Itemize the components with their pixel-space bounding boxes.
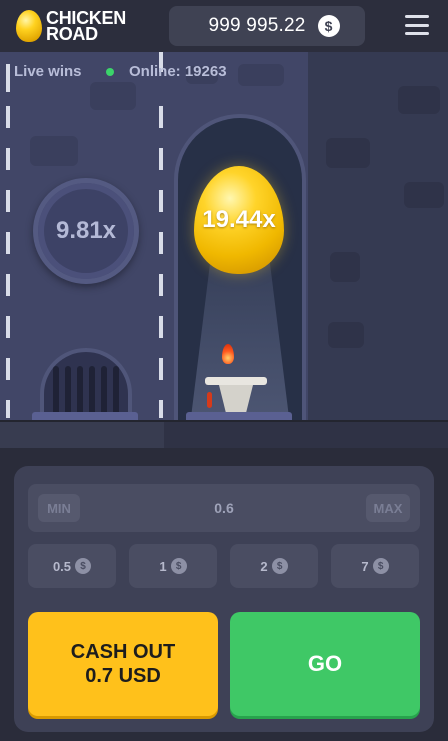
cash-out-amount: 0.7 USD: [85, 665, 161, 687]
lane-divider: [6, 358, 10, 380]
lane-divider: [6, 274, 10, 296]
chip-value: 2: [260, 558, 268, 574]
lane-divider: [159, 106, 163, 128]
go-label: GO: [307, 651, 343, 676]
egg-multiplier: 19.44x: [202, 206, 276, 233]
lane-divider: [6, 190, 10, 212]
cash-out-button[interactable]: CASH OUT 0.7 USD: [28, 612, 218, 716]
max-bet-button[interactable]: MAX: [366, 494, 410, 522]
flame-icon: [222, 344, 234, 364]
logo-line-2: ROAD: [46, 24, 98, 44]
bet-amount-input[interactable]: 0.6: [28, 484, 420, 532]
bet-control-panel: 0.6 MIN MAX 0.5 $ 1 $ 2 $ 7 $ CASH OUT 0…: [14, 466, 434, 732]
online-status-dot-icon: [106, 67, 114, 76]
lane-divider: [6, 64, 10, 92]
go-button[interactable]: GO: [230, 612, 420, 716]
top-bar: CHICKEN ROAD 999 995.22 $: [0, 0, 448, 52]
lane-divider: [159, 358, 163, 380]
balance-value: 999 995.22: [208, 15, 306, 36]
lane-divider: [6, 106, 10, 128]
dollar-coin-icon: $: [317, 15, 340, 37]
lane-multiplier: 9.81x: [55, 217, 117, 244]
dollar-coin-icon: $: [271, 558, 288, 574]
online-indicator: Online: 19263: [106, 63, 227, 80]
quick-bet-chip[interactable]: 1 $: [129, 544, 217, 588]
lane-divider: [159, 148, 163, 170]
chip-value: 1: [159, 558, 167, 574]
lane-divider: [6, 148, 10, 170]
lane-divider: [159, 232, 163, 254]
dollar-coin-icon: $: [372, 558, 389, 574]
sewer-grate: [40, 348, 132, 418]
lane-divider: [159, 274, 163, 296]
quick-bet-chip[interactable]: 0.5 $: [28, 544, 116, 588]
bet-amount-row: 0.6 MIN MAX: [28, 484, 420, 532]
chip-value: 0.5: [52, 558, 72, 574]
right-wall: [308, 52, 448, 420]
dollar-coin-icon: $: [75, 558, 92, 574]
curb-step: [32, 412, 138, 420]
lane-divider: [159, 400, 163, 418]
lane-divider: [6, 400, 10, 418]
pedestal: [205, 377, 267, 417]
online-count: Online: 19263: [129, 63, 227, 80]
chip-value: 7: [361, 558, 369, 574]
chicken-road-logo: CHICKEN ROAD: [16, 8, 126, 44]
lane-divider: [159, 190, 163, 212]
curb-step: [186, 412, 292, 420]
lane-divider: [159, 316, 163, 338]
logo-text: CHICKEN ROAD: [46, 9, 126, 44]
game-scene: Live wins Online: 19263 9.81x 19.44x: [0, 52, 448, 448]
lane-manhole[interactable]: 9.81x: [33, 178, 139, 284]
min-bet-button[interactable]: MIN: [38, 494, 80, 522]
balance-display: 999 995.22 $: [169, 6, 365, 46]
lane-divider: [6, 232, 10, 254]
road-ground-light: [0, 420, 164, 448]
quick-bet-chip[interactable]: 2 $: [230, 544, 318, 588]
lane-divider: [6, 316, 10, 338]
cash-out-label: CASH OUT: [70, 641, 176, 663]
dollar-coin-icon: $: [170, 558, 187, 574]
golden-egg-icon: [16, 10, 42, 42]
live-wins-label: Live wins: [14, 63, 82, 80]
quick-bet-chip[interactable]: 7 $: [331, 544, 419, 588]
hamburger-menu-icon[interactable]: [405, 15, 429, 35]
